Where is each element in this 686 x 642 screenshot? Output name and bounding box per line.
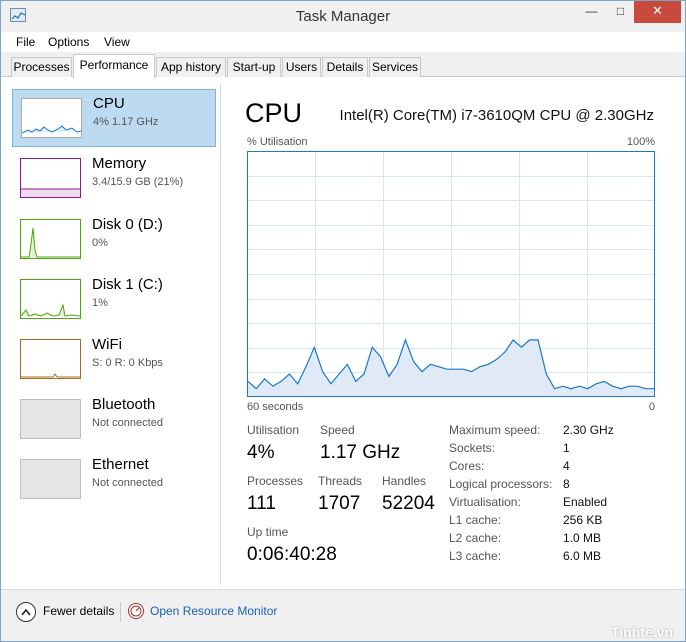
spec-value: 1 [563, 441, 570, 455]
sidebar-item-label: Bluetooth [92, 396, 156, 413]
cpu-utilisation-chart [247, 151, 655, 397]
spec-value: 1.0 MB [563, 531, 602, 545]
chart-y-label: % Utilisation [247, 136, 308, 148]
sidebar-item-memory[interactable]: Memory 3.4/15.9 GB (21%) [12, 150, 216, 208]
sidebar-item-detail: Not connected [92, 477, 163, 489]
wifi-thumbnail-graph [20, 339, 81, 379]
disk0-thumbnail-graph [20, 219, 81, 259]
spec-label: L1 cache: [449, 513, 502, 527]
sidebar-item-label: Ethernet [92, 456, 149, 473]
menu-file[interactable]: File [16, 35, 35, 49]
sidebar-item-label: Disk 1 (C:) [92, 276, 163, 293]
menu-view[interactable]: View [104, 35, 130, 49]
threads-value: 1707 [318, 493, 361, 514]
chart-x-span-label: 60 seconds [247, 401, 304, 413]
sidebar-item-cpu[interactable]: CPU 4% 1.17 GHz [12, 89, 216, 147]
speed-value: 1.17 GHz [320, 442, 401, 463]
threads-label: Threads [318, 474, 363, 488]
chevron-up-icon[interactable] [16, 602, 36, 622]
spec-value: 6.0 MB [563, 549, 602, 563]
sidebar-item-detail: Not connected [92, 417, 163, 429]
maximize-button[interactable]: □ [606, 1, 635, 23]
sidebar-item-disk-1[interactable]: Disk 1 (C:) 1% [12, 271, 216, 329]
spec-label: L3 cache: [449, 549, 502, 563]
processes-label: Processes [247, 474, 304, 488]
bluetooth-thumbnail-graph [20, 399, 81, 439]
menu-options[interactable]: Options [48, 35, 89, 49]
memory-thumbnail-graph [20, 158, 81, 198]
speed-label: Speed [320, 423, 355, 437]
spec-label: Cores: [449, 459, 485, 473]
spec-value: 2.30 GHz [563, 423, 614, 437]
uptime-value: 0:06:40:28 [247, 544, 337, 565]
spec-value: 4 [563, 459, 570, 473]
tab-users[interactable]: Users [282, 57, 321, 77]
uptime-label: Up time [247, 525, 289, 539]
open-resource-monitor-link[interactable]: Open Resource Monitor [150, 604, 277, 618]
tab-details[interactable]: Details [322, 57, 368, 77]
tab-start-up[interactable]: Start-up [227, 57, 281, 77]
sidebar-item-label: WiFi [92, 336, 122, 353]
footer-bar: Fewer details Open Resource Monitor Tinh… [1, 589, 685, 641]
handles-value: 52204 [382, 493, 435, 514]
cpu-detail-panel: CPU Intel(R) Core(TM) i7-3610QM CPU @ 2.… [230, 83, 677, 585]
sidebar-item-label: CPU [93, 95, 125, 112]
spec-label: Logical processors: [449, 477, 553, 491]
tab-app-history[interactable]: App history [156, 57, 226, 77]
cpu-model-name: Intel(R) Core(TM) i7-3610QM CPU @ 2.30GH… [339, 107, 654, 124]
sidebar-item-label: Disk 0 (D:) [92, 216, 163, 233]
sidebar-item-ethernet[interactable]: Ethernet Not connected [12, 451, 216, 509]
chart-y-max-label: 100% [626, 136, 655, 148]
utilisation-value: 4% [247, 442, 275, 463]
spec-value: 8 [563, 477, 570, 491]
title-bar[interactable]: Task Manager — □ ✕ [1, 1, 685, 32]
spec-value: 256 KB [563, 513, 603, 527]
sidebar-item-bluetooth[interactable]: Bluetooth Not connected [12, 391, 216, 449]
sidebar-item-detail: 0% [92, 237, 108, 249]
cpu-thumbnail-graph [21, 98, 82, 138]
sidebar-item-detail: 1% [92, 297, 108, 309]
sidebar-item-detail: 3.4/15.9 GB (21%) [92, 176, 184, 188]
sidebar-item-wifi[interactable]: WiFi S: 0 R: 0 Kbps [12, 331, 216, 389]
menu-bar: File Options View [1, 32, 685, 52]
minimize-button[interactable]: — [577, 1, 606, 23]
tab-performance[interactable]: Performance [73, 54, 155, 78]
spec-label: Virtualisation: [449, 495, 521, 509]
watermark: Tinhte.vn [611, 624, 673, 640]
sidebar-item-detail: 4% 1.17 GHz [93, 116, 159, 128]
sidebar-item-detail: S: 0 R: 0 Kbps [92, 357, 163, 369]
panel-title: CPU [245, 98, 303, 128]
ethernet-thumbnail-graph [20, 459, 81, 499]
sidebar-item-disk-0[interactable]: Disk 0 (D:) 0% [12, 211, 216, 269]
tab-processes[interactable]: Processes [11, 57, 72, 77]
spec-value: Enabled [563, 495, 608, 509]
fewer-details-link[interactable]: Fewer details [43, 604, 114, 618]
close-button[interactable]: ✕ [634, 1, 681, 23]
utilisation-label: Utilisation [247, 423, 300, 437]
spec-label: Maximum speed: [449, 423, 541, 437]
processes-value: 111 [247, 493, 276, 514]
footer-separator [120, 602, 121, 622]
tab-bar: Processes Performance App history Start-… [1, 52, 685, 78]
sidebar-item-label: Memory [92, 155, 147, 172]
tab-services[interactable]: Services [369, 57, 421, 77]
performance-sidebar: CPU 4% 1.17 GHz Memory 3.4/15.9 GB (21%)… [10, 83, 221, 585]
resource-monitor-icon[interactable] [128, 603, 144, 619]
task-manager-window: Task Manager — □ ✕ File Options View Pro… [0, 0, 686, 642]
spec-label: Sockets: [449, 441, 496, 455]
chart-x-end-label: 0 [648, 401, 655, 413]
spec-label: L2 cache: [449, 531, 502, 545]
handles-label: Handles [382, 474, 427, 488]
disk1-thumbnail-graph [20, 279, 81, 319]
